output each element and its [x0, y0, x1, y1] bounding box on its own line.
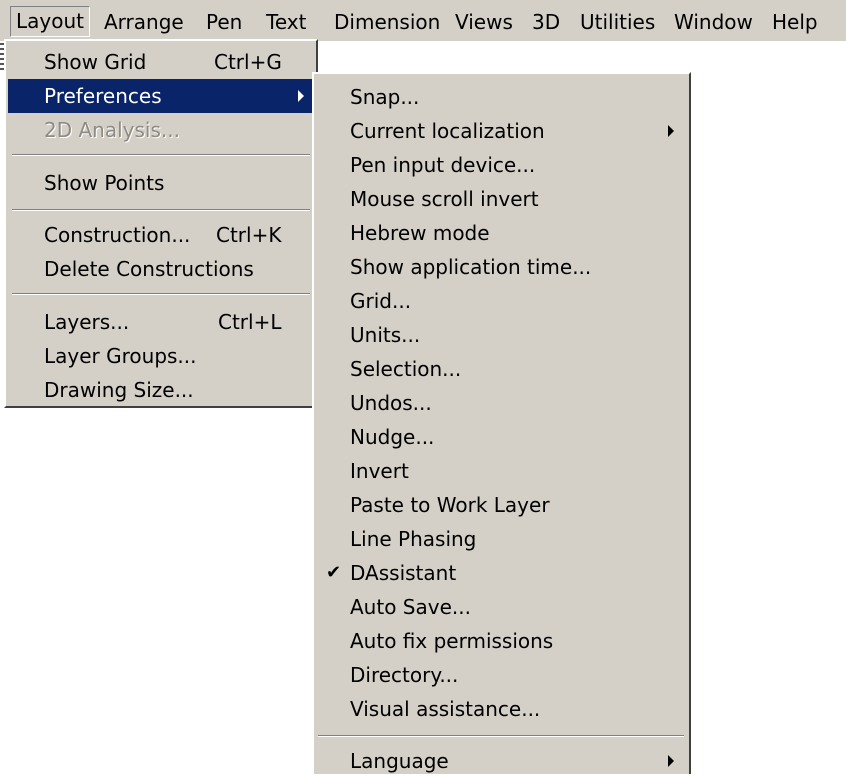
menu-item-preferences[interactable]: Preferences [8, 79, 314, 113]
menu-item-snap[interactable]: Snap... [316, 80, 686, 114]
menu-item-label: Layers... [44, 310, 130, 334]
menu-item-construction[interactable]: Construction... Ctrl+K [8, 218, 314, 252]
menu-item-line-phasing[interactable]: Line Phasing [316, 522, 686, 556]
menu-views[interactable]: Views [455, 8, 513, 36]
menu-item-label: Delete Constructions [44, 257, 254, 281]
menu-item-paste-to-work-layer[interactable]: Paste to Work Layer [316, 488, 686, 522]
menu-item-label: Directory... [350, 663, 459, 687]
menu-text[interactable]: Text [266, 8, 306, 36]
submenu-arrow-icon [298, 90, 304, 102]
layout-dropdown-menu: Show Grid Ctrl+G Preferences 2D Analysis… [4, 39, 318, 408]
menu-item-label: 2D Analysis... [44, 118, 180, 142]
menu-item-grid[interactable]: Grid... [316, 284, 686, 318]
menu-separator [12, 209, 310, 211]
menu-item-invert[interactable]: Invert [316, 454, 686, 488]
menu-item-label: Undos... [350, 391, 432, 415]
menu-item-label: Hebrew mode [350, 221, 490, 245]
menu-item-layers[interactable]: Layers... Ctrl+L [8, 305, 314, 339]
menu-item-layer-groups[interactable]: Layer Groups... [8, 339, 314, 373]
submenu-arrow-icon [668, 755, 674, 767]
menu-item-label: Units... [350, 323, 421, 347]
menu-item-label: Construction... [44, 223, 191, 247]
menu-item-selection[interactable]: Selection... [316, 352, 686, 386]
menu-item-label: Mouse scroll invert [350, 187, 539, 211]
menu-window[interactable]: Window [674, 8, 753, 36]
menu-item-hebrew-mode[interactable]: Hebrew mode [316, 216, 686, 250]
menu-item-label: Invert [350, 459, 409, 483]
menu-item-show-grid[interactable]: Show Grid Ctrl+G [8, 45, 314, 79]
menu-item-visual-assistance[interactable]: Visual assistance... [316, 692, 686, 726]
shortcut-label: Ctrl+K [216, 223, 282, 247]
menu-item-label: Line Phasing [350, 527, 477, 551]
menu-help[interactable]: Help [772, 8, 818, 36]
menu-item-label: Pen input device... [350, 153, 536, 177]
menu-item-drawing-size[interactable]: Drawing Size... [8, 373, 314, 407]
menu-item-label: Current localization [350, 119, 545, 143]
menu-item-label: Layer Groups... [44, 344, 197, 368]
menu-item-mouse-scroll-invert[interactable]: Mouse scroll invert [316, 182, 686, 216]
menu-item-language[interactable]: Language [316, 744, 686, 778]
shortcut-label: Ctrl+L [218, 310, 282, 334]
menu-bar: Layout Arrange Pen Text Dimension Views … [0, 0, 846, 41]
menu-pen[interactable]: Pen [206, 8, 242, 36]
menu-utilities[interactable]: Utilities [580, 8, 655, 36]
menu-separator [12, 293, 310, 295]
menu-item-label: Grid... [350, 289, 412, 313]
menu-item-2d-analysis[interactable]: 2D Analysis... [8, 113, 314, 147]
checkmark-icon: ✔ [326, 562, 342, 583]
menu-item-undos[interactable]: Undos... [316, 386, 686, 420]
menu-item-label: DAssistant [350, 561, 457, 585]
menu-item-pen-input-device[interactable]: Pen input device... [316, 148, 686, 182]
menu-item-show-application-time[interactable]: Show application time... [316, 250, 686, 284]
menu-separator [12, 154, 310, 156]
menu-separator [318, 735, 684, 737]
menu-arrange[interactable]: Arrange [104, 8, 184, 36]
menu-item-auto-save[interactable]: Auto Save... [316, 590, 686, 624]
menu-item-label: Drawing Size... [44, 378, 194, 402]
menu-item-label: Language [350, 749, 449, 773]
menu-item-label: Show application time... [350, 255, 592, 279]
menu-item-nudge[interactable]: Nudge... [316, 420, 686, 454]
menu-item-label: Auto Save... [350, 595, 471, 619]
menu-item-label: Auto fix permissions [350, 629, 554, 653]
submenu-arrow-icon [668, 125, 674, 137]
menu-item-label: Show Grid [44, 50, 147, 74]
menu-item-label: Selection... [350, 357, 462, 381]
menu-layout[interactable]: Layout [10, 6, 90, 37]
menu-item-label: Show Points [44, 171, 165, 195]
menu-item-units[interactable]: Units... [316, 318, 686, 352]
menu-item-current-localization[interactable]: Current localization [316, 114, 686, 148]
menu-item-delete-constructions[interactable]: Delete Constructions [8, 252, 314, 286]
menu-item-label: Nudge... [350, 425, 435, 449]
shortcut-label: Ctrl+G [214, 50, 282, 74]
menu-item-auto-fix-permissions[interactable]: Auto fix permissions [316, 624, 686, 658]
menu-item-directory[interactable]: Directory... [316, 658, 686, 692]
menu-item-show-points[interactable]: Show Points [8, 166, 314, 200]
menu-item-label: Paste to Work Layer [350, 493, 550, 517]
menu-item-label: Snap... [350, 85, 420, 109]
menu-item-label: Preferences [44, 84, 162, 108]
menu-item-label: Visual assistance... [350, 697, 541, 721]
menu-3d[interactable]: 3D [532, 8, 560, 36]
preferences-submenu: Snap... Current localization Pen input d… [312, 72, 691, 774]
menu-item-dassistant[interactable]: ✔ DAssistant [316, 556, 686, 590]
menu-dimension[interactable]: Dimension [334, 8, 440, 36]
